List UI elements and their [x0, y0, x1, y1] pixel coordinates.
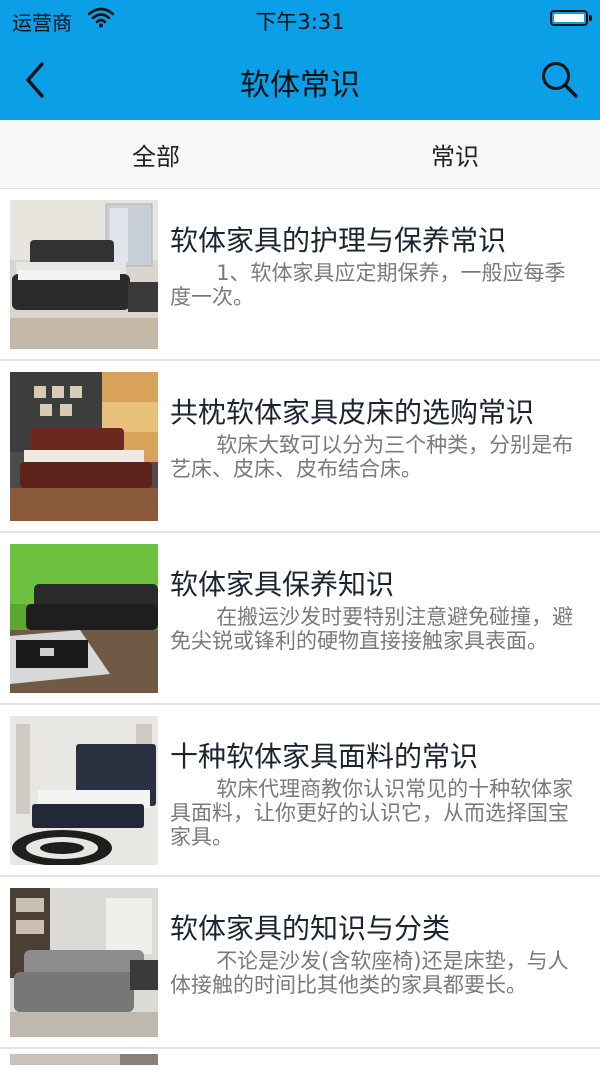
app-header: 运营商 下午3:31 软体常识	[0, 0, 600, 120]
article-thumbnail	[10, 888, 158, 1037]
article-thumbnail	[10, 372, 158, 521]
article-summary: 1、软体家具应定期保养，一般应每季度一次。	[170, 261, 566, 309]
status-bar: 运营商 下午3:31	[0, 0, 600, 40]
article-title: 软体家具保养知识	[170, 568, 395, 601]
article-title: 共枕软体家具皮床的选购常识	[170, 396, 535, 429]
article-summary: 在搬运沙发时要特别注意避免碰撞，避免尖锐或锋利的硬物直接接触家具表面。	[170, 605, 574, 653]
tab-knowledge[interactable]: 常识	[305, 120, 600, 188]
article-thumbnail	[10, 544, 158, 693]
article-title: 软体家具的护理与保养常识	[170, 224, 507, 257]
article-summary: 软床大致可以分为三个种类，分别是布艺床、皮床、皮布结合床。	[170, 433, 574, 481]
article-item[interactable]: 软体家具的知识与分类 不论是沙发(含软座椅)还是床垫，与人体接触的时间比其他类的…	[0, 877, 600, 1049]
battery-icon	[550, 10, 592, 26]
article-summary: 软床代理商教你认识常见的十种软体家具面料，让你更好的认识它，从而选择国宝家具。	[170, 777, 574, 849]
article-item[interactable]: 软体家具保养知识 在搬运沙发时要特别注意避免碰撞，避免尖锐或锋利的硬物直接接触家…	[0, 533, 600, 705]
article-title: 十种软体家具面料的常识	[170, 740, 479, 773]
tab-all[interactable]: 全部	[6, 120, 306, 188]
search-icon	[542, 62, 578, 98]
clock: 下午3:31	[255, 10, 345, 34]
article-item[interactable]: 软体家具的护理与保养常识 1、软体家具应定期保养，一般应每季度一次。	[0, 189, 600, 361]
article-thumbnail	[10, 716, 158, 865]
article-list: 软体家具的护理与保养常识 1、软体家具应定期保养，一般应每季度一次。 共枕软体家…	[0, 189, 600, 1049]
article-summary: 不论是沙发(含软座椅)还是床垫，与人体接触的时间比其他类的家具都要长。	[170, 949, 569, 997]
page-title: 软体常识	[240, 68, 360, 103]
article-item[interactable]: 共枕软体家具皮床的选购常识 软床大致可以分为三个种类，分别是布艺床、皮床、皮布结…	[0, 361, 600, 533]
article-title: 软体家具的知识与分类	[170, 912, 451, 945]
next-article-preview	[0, 1048, 600, 1065]
nav-bar: 软体常识	[0, 40, 600, 120]
article-item[interactable]: 十种软体家具面料的常识 软床代理商教你认识常见的十种软体家具面料，让你更好的认识…	[0, 705, 600, 877]
category-tabs: 全部 常识	[0, 120, 600, 189]
search-button[interactable]	[538, 58, 582, 102]
article-thumbnail	[10, 200, 158, 349]
